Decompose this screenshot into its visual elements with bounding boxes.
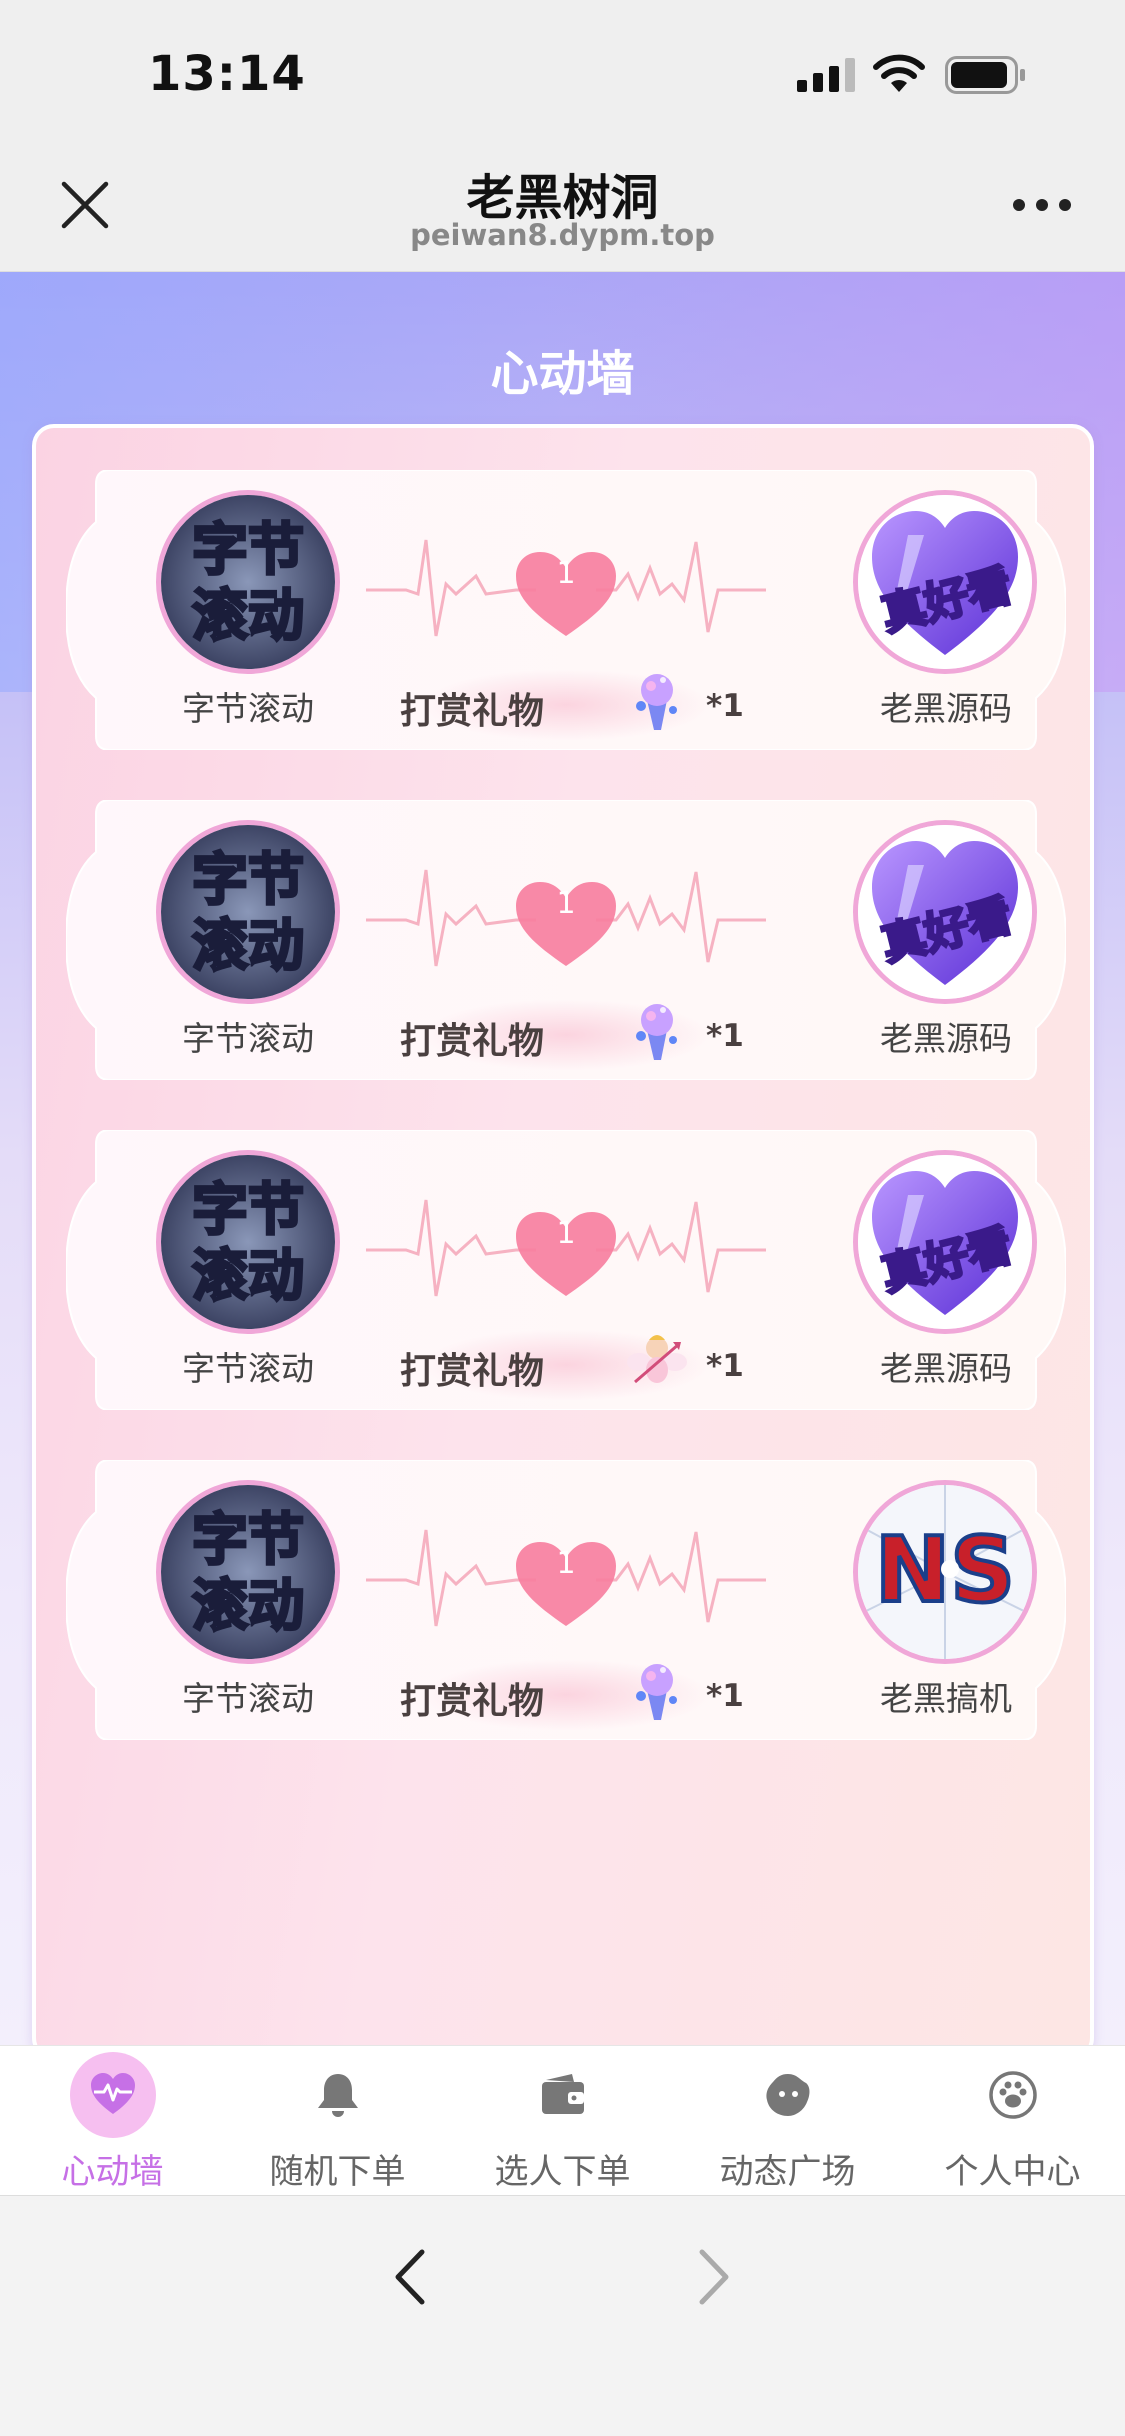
tab-random-order[interactable]: 随机下单 — [225, 2046, 450, 2196]
avatar-text: 滚动 — [192, 1244, 304, 1309]
heart-count: 1 — [556, 556, 576, 591]
status-bar: 13:14 — [0, 0, 1125, 150]
heart-record-card[interactable]: 字节 滚动 1 真好看 字节滚动 老黑源码 打赏礼物 *1 — [66, 470, 1066, 750]
tab-label: 个人中心 — [944, 2152, 1081, 2192]
heart-wall-panel: 字节 滚动 1 真好看 字节滚动 老黑源码 打赏礼物 *1 字节 滚动 1 真好… — [32, 424, 1094, 2060]
gift-label: 打赏礼物 — [400, 1021, 545, 1062]
back-chevron-icon[interactable] — [388, 2246, 432, 2308]
receiver-avatar[interactable]: 真好看 — [853, 490, 1037, 674]
avatar-text: 滚动 — [192, 1574, 304, 1639]
heart-record-card[interactable]: 字节 滚动 1 NS 字节滚动 老黑搞机 打赏礼物 *1 — [66, 1460, 1066, 1740]
receiver-name: 老黑源码 — [880, 1019, 1012, 1058]
more-icon[interactable] — [1012, 198, 1072, 212]
heart-record-card[interactable]: 字节 滚动 1 真好看 字节滚动 老黑源码 打赏礼物 *1 — [66, 1130, 1066, 1410]
sender-avatar[interactable]: 字节 滚动 — [156, 1150, 340, 1334]
heart-count: 1 — [556, 886, 576, 921]
sender-avatar[interactable]: 字节 滚动 — [156, 820, 340, 1004]
browser-toolbar — [0, 2195, 1125, 2436]
tab-profile[interactable]: 个人中心 — [900, 2046, 1125, 2196]
sender-name: 字节滚动 — [182, 1019, 314, 1058]
avatar-text: 字节 — [192, 518, 304, 583]
avatar-text: 字节 — [192, 1178, 304, 1243]
nav-bar: 老黑树洞 peiwan8.dypm.top — [0, 150, 1125, 272]
heart-wall-title: 心动墙 — [490, 346, 635, 402]
receiver-avatar[interactable]: NS — [853, 1480, 1037, 1664]
sender-name: 字节滚动 — [182, 1679, 314, 1718]
avatar-text: 字节 — [192, 848, 304, 913]
page-url: peiwan8.dypm.top — [410, 218, 715, 252]
tab-label: 随机下单 — [269, 2152, 406, 2192]
gift-label: 打赏礼物 — [400, 1681, 545, 1722]
tab-heart-wall[interactable]: 心动墙 — [0, 2046, 225, 2196]
gift-quantity: *1 — [706, 1678, 744, 1714]
heart-wall-page: 心动墙 字节 滚动 1 真好看 字节滚动 老黑源码 打赏礼物 *1 字节 滚动 … — [0, 272, 1125, 2060]
cupid-gift-icon — [627, 1335, 687, 1384]
avatar-text: 滚动 — [192, 584, 304, 649]
heart-pulse-icon — [91, 2073, 135, 2114]
wallet-icon — [542, 2074, 584, 2114]
ice-cream-gift-icon — [636, 1004, 677, 1060]
battery-icon — [945, 56, 1025, 94]
gift-label: 打赏礼物 — [400, 1351, 545, 1392]
tab-label: 动态广场 — [719, 2152, 856, 2192]
ice-cream-gift-icon — [636, 1664, 677, 1720]
sender-name: 字节滚动 — [182, 689, 314, 728]
receiver-name: 老黑搞机 — [880, 1679, 1012, 1718]
receiver-name: 老黑源码 — [880, 1349, 1012, 1388]
heart-record-card[interactable]: 字节 滚动 1 真好看 字节滚动 老黑源码 打赏礼物 *1 — [66, 800, 1066, 1080]
avatar-text: 滚动 — [192, 914, 304, 979]
chat-blob-icon — [766, 2074, 810, 2116]
signal-bars-icon — [797, 58, 855, 92]
heart-count: 1 — [556, 1216, 576, 1251]
status-time: 13:14 — [148, 46, 306, 102]
receiver-avatar[interactable]: 真好看 — [853, 820, 1037, 1004]
gift-label: 打赏礼物 — [400, 691, 545, 732]
tab-label: 心动墙 — [61, 2152, 164, 2192]
gift-quantity: *1 — [706, 1348, 744, 1384]
gift-quantity: *1 — [706, 1018, 744, 1054]
sender-avatar[interactable]: 字节 滚动 — [156, 1480, 340, 1664]
sender-avatar[interactable]: 字节 滚动 — [156, 490, 340, 674]
gift-quantity: *1 — [706, 688, 744, 724]
tab-label: 选人下单 — [494, 2152, 631, 2192]
bell-icon — [318, 2074, 358, 2117]
receiver-avatar[interactable]: 真好看 — [853, 1150, 1037, 1334]
tab-moments[interactable]: 动态广场 — [675, 2046, 900, 2196]
receiver-name: 老黑源码 — [880, 689, 1012, 728]
avatar-text: 字节 — [192, 1508, 304, 1573]
forward-chevron-icon[interactable] — [692, 2246, 736, 2308]
paw-icon — [989, 2071, 1037, 2119]
wifi-icon — [873, 54, 925, 92]
heart-count: 1 — [556, 1546, 576, 1581]
sender-name: 字节滚动 — [182, 1349, 314, 1388]
ice-cream-gift-icon — [636, 674, 677, 730]
tab-bar: 心动墙 随机下单 选人下单 动态广场 个人中心 — [0, 2045, 1125, 2195]
tab-pick-order[interactable]: 选人下单 — [450, 2046, 675, 2196]
